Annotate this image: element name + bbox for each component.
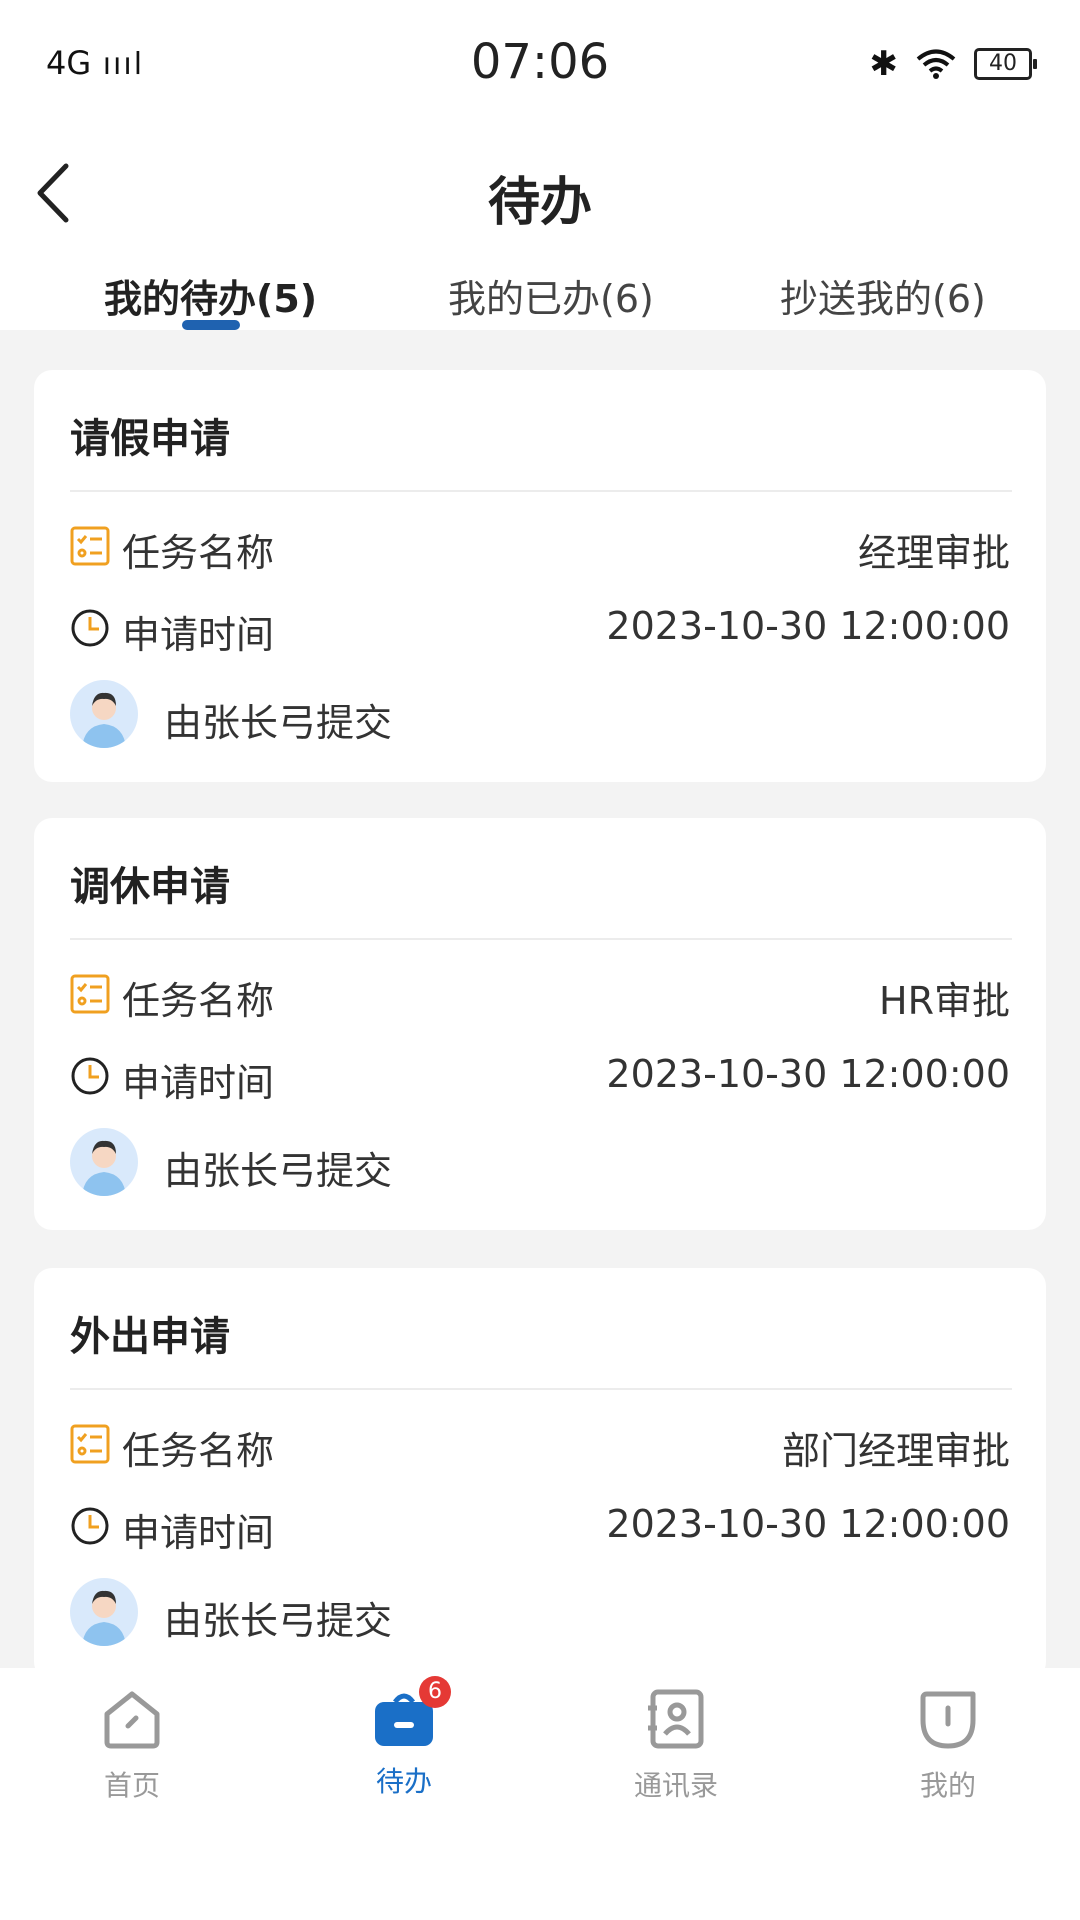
task-name-value: 部门经理审批 bbox=[781, 1429, 1010, 1473]
apply-time-label: 申请时间 bbox=[122, 1511, 275, 1555]
clock-icon bbox=[71, 609, 109, 647]
wifi-icon bbox=[916, 49, 956, 79]
task-name-label: 任务名称 bbox=[122, 531, 275, 575]
task-name-row: 任务名称 经理审批 bbox=[70, 522, 1010, 575]
divider bbox=[70, 490, 1012, 492]
task-list-icon bbox=[70, 1424, 110, 1464]
apply-time-row: 申请时间 2023-10-30 12:00:00 bbox=[70, 1502, 1010, 1555]
apply-time-value: 2023-10-30 12:00:00 bbox=[606, 604, 1010, 648]
active-tab-indicator bbox=[182, 320, 240, 330]
profile-icon bbox=[920, 1691, 976, 1749]
task-card[interactable]: 请假申请 任务名称 经理审批 申请时间 2023-10-30 12:00:00 … bbox=[34, 370, 1046, 782]
nav-label: 首页 bbox=[103, 1769, 160, 1802]
top-bar: 4G ıııl 07:06 ✱ 40 待办 我的待办(5) 我的已办(6) 抄送… bbox=[0, 0, 1080, 330]
card-title: 请假申请 bbox=[70, 416, 230, 462]
task-name-label: 任务名称 bbox=[122, 1429, 275, 1473]
bluetooth-icon: ✱ bbox=[869, 44, 899, 84]
divider bbox=[70, 1388, 1012, 1390]
apply-time-label: 申请时间 bbox=[122, 613, 275, 657]
bottom-nav: 首页 6 待办 通讯录 我的 bbox=[0, 1668, 1080, 1920]
page-title: 待办 bbox=[487, 173, 592, 233]
status-icons: ✱ 40 bbox=[869, 44, 1037, 84]
nav-label: 我的 bbox=[919, 1769, 976, 1802]
submitter-text: 由张长弓提交 bbox=[164, 1149, 393, 1193]
home-icon bbox=[104, 1691, 160, 1749]
tab-cc-me[interactable]: 抄送我的(6) bbox=[780, 268, 986, 323]
task-list-icon bbox=[70, 526, 110, 566]
clock-icon bbox=[71, 1057, 109, 1095]
divider bbox=[70, 938, 1012, 940]
task-list-icon bbox=[70, 974, 110, 1014]
nav-label: 待办 bbox=[375, 1765, 432, 1798]
submitter-text: 由张长弓提交 bbox=[164, 701, 393, 745]
status-bar: 4G ıııl 07:06 ✱ 40 bbox=[0, 30, 1080, 100]
apply-time-value: 2023-10-30 12:00:00 bbox=[606, 1502, 1010, 1546]
task-name-value: HR审批 bbox=[879, 979, 1010, 1023]
tab-bar: 我的待办(5) 我的已办(6) 抄送我的(6) bbox=[0, 258, 1080, 330]
task-card[interactable]: 外出申请 任务名称 部门经理审批 申请时间 2023-10-30 12:00:0… bbox=[34, 1268, 1046, 1680]
card-title: 调休申请 bbox=[70, 864, 230, 910]
nav-contacts[interactable]: 通讯录 bbox=[606, 1688, 746, 1804]
person-icon bbox=[82, 692, 126, 748]
task-card[interactable]: 调休申请 任务名称 HR审批 申请时间 2023-10-30 12:00:00 … bbox=[34, 818, 1046, 1230]
clock-icon bbox=[71, 1507, 109, 1545]
nav-label: 通讯录 bbox=[633, 1769, 718, 1802]
nav-mine[interactable]: 我的 bbox=[878, 1688, 1018, 1804]
card-title: 外出申请 bbox=[70, 1314, 230, 1360]
battery-icon: 40 bbox=[974, 48, 1037, 80]
person-icon bbox=[82, 1140, 126, 1196]
nav-home[interactable]: 首页 bbox=[62, 1688, 202, 1804]
avatar bbox=[70, 1578, 138, 1646]
notification-badge: 6 bbox=[419, 1676, 451, 1708]
briefcase-icon: 6 bbox=[373, 1676, 451, 1750]
contacts-icon bbox=[648, 1689, 704, 1749]
task-name-row: 任务名称 部门经理审批 bbox=[70, 1420, 1010, 1473]
submitter-text: 由张长弓提交 bbox=[164, 1599, 393, 1643]
avatar bbox=[70, 680, 138, 748]
nav-todo[interactable]: 6 待办 bbox=[334, 1676, 474, 1800]
apply-time-label: 申请时间 bbox=[122, 1061, 275, 1105]
tab-my-todo[interactable]: 我的待办(5) bbox=[104, 268, 317, 323]
task-name-value: 经理审批 bbox=[857, 531, 1010, 575]
apply-time-row: 申请时间 2023-10-30 12:00:00 bbox=[70, 604, 1010, 657]
apply-time-row: 申请时间 2023-10-30 12:00:00 bbox=[70, 1052, 1010, 1105]
apply-time-value: 2023-10-30 12:00:00 bbox=[606, 1052, 1010, 1096]
avatar bbox=[70, 1128, 138, 1196]
tab-my-done[interactable]: 我的已办(6) bbox=[448, 268, 654, 323]
person-icon bbox=[82, 1590, 126, 1646]
task-name-label: 任务名称 bbox=[122, 979, 275, 1023]
task-name-row: 任务名称 HR审批 bbox=[70, 970, 1010, 1023]
